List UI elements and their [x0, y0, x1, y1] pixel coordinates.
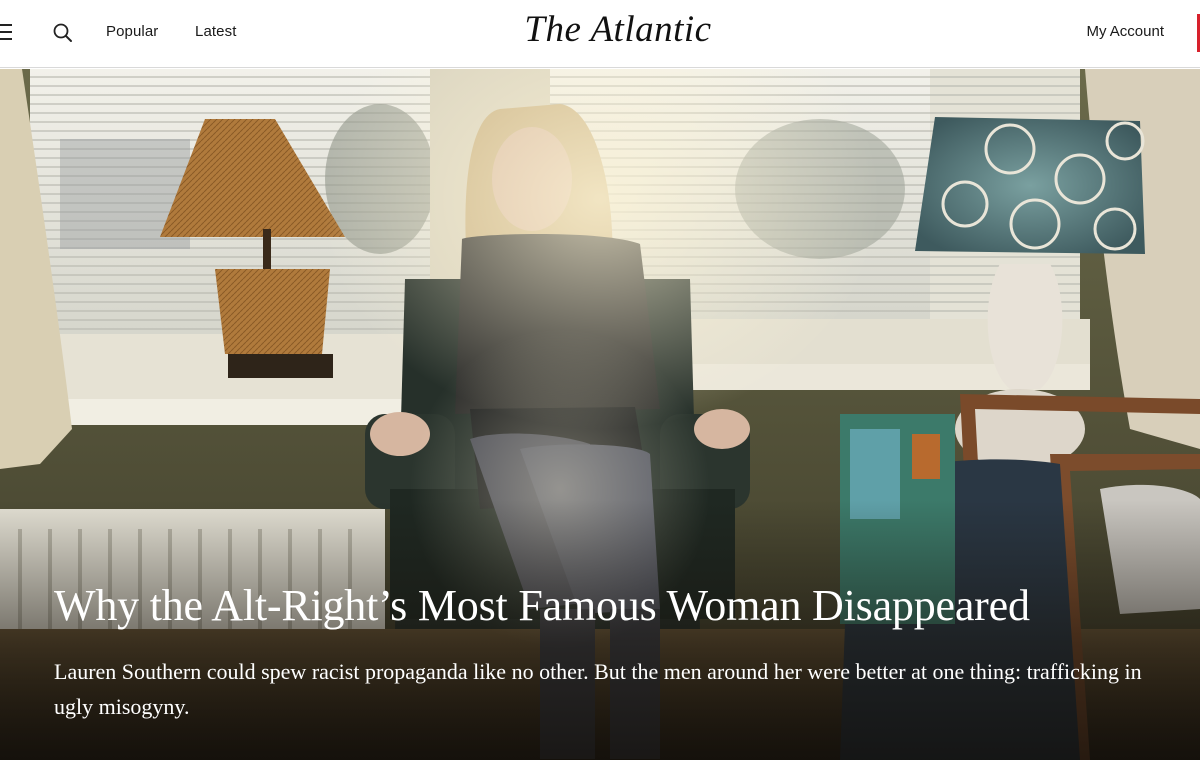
- hero-story[interactable]: Why the Alt-Right’s Most Famous Woman Di…: [0, 69, 1200, 760]
- hero-dek: Lauren Southern could spew racist propag…: [54, 659, 1142, 719]
- hero-headline[interactable]: Why the Alt-Right’s Most Famous Woman Di…: [54, 581, 1174, 631]
- site-header: Popular Latest The Atlantic My Account: [0, 0, 1200, 68]
- site-logo[interactable]: The Atlantic: [0, 8, 1200, 51]
- my-account-link[interactable]: My Account: [1086, 23, 1164, 40]
